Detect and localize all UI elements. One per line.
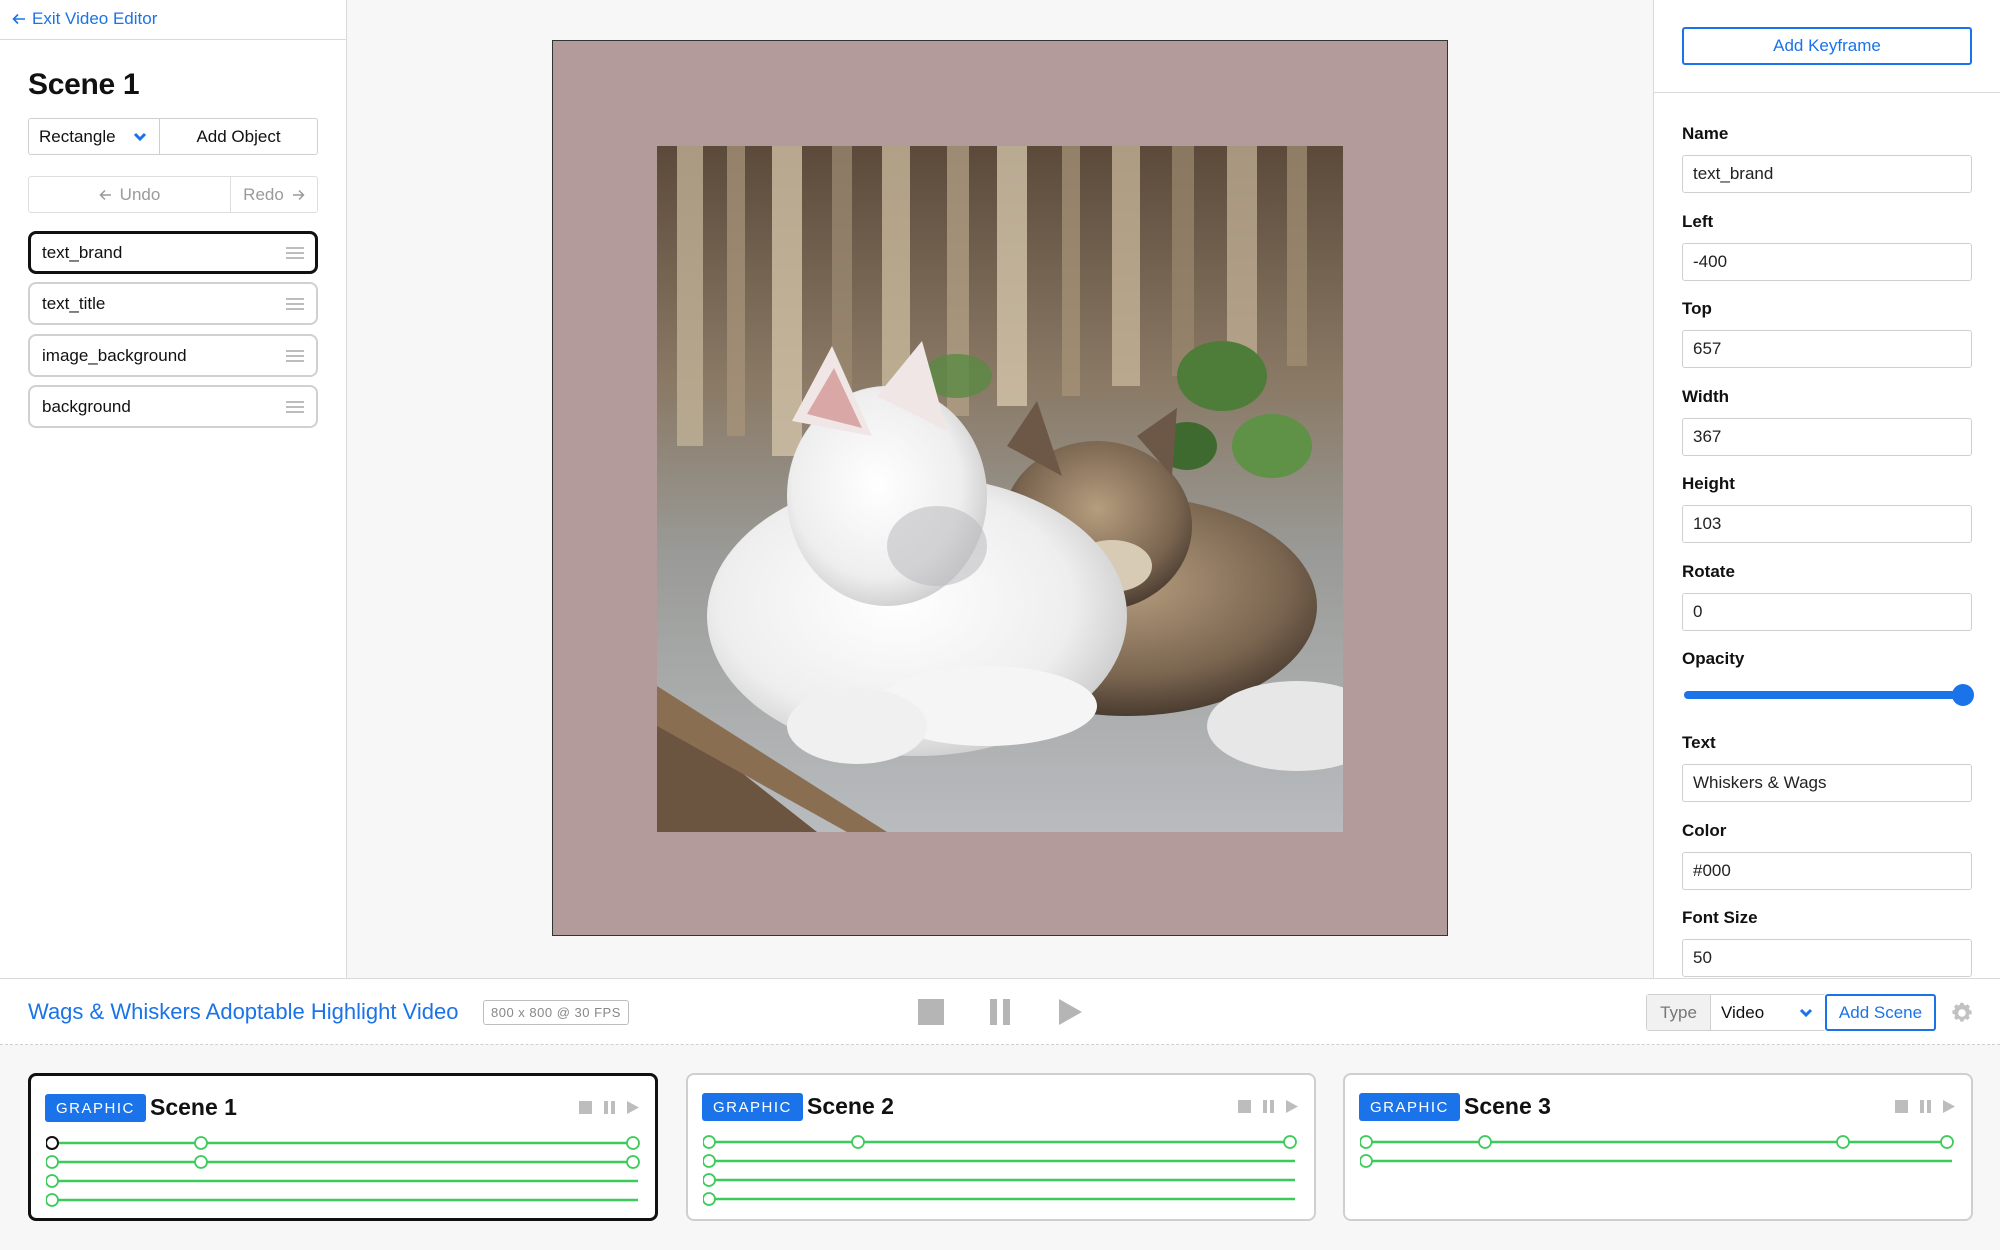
project-resolution-badge: 800 x 800 @ 30 FPS: [483, 1000, 629, 1025]
scene-title: Scene 1: [28, 68, 140, 101]
project-toolbar: Wags & Whiskers Adoptable Highlight Vide…: [0, 978, 2000, 1045]
redo-button[interactable]: Redo: [231, 177, 317, 212]
layer-label: image_background: [42, 345, 187, 365]
add-object-group: Rectangle Add Object: [28, 118, 318, 155]
keyframe-timeline[interactable]: [703, 1133, 1301, 1213]
play-icon[interactable]: [1286, 1100, 1298, 1113]
undo-button[interactable]: Undo: [29, 177, 231, 212]
type-label: Type: [1647, 995, 1711, 1030]
gear-icon[interactable]: [1950, 1001, 1974, 1025]
chevron-down-icon: [1799, 1008, 1813, 1017]
pause-icon[interactable]: [604, 1101, 615, 1114]
layer-item[interactable]: text_brand: [28, 231, 318, 274]
stop-icon[interactable]: [1238, 1100, 1251, 1113]
scene-type-value: Video: [1721, 1002, 1765, 1022]
redo-label: Redo: [243, 184, 284, 204]
name-field[interactable]: [1682, 155, 1972, 193]
add-object-button[interactable]: Add Object: [160, 119, 317, 154]
name-label: Name: [1682, 124, 1729, 143]
color-label: Color: [1682, 821, 1727, 840]
exit-video-editor-link[interactable]: Exit Video Editor: [12, 9, 157, 29]
scene-type-group: Type Video: [1646, 994, 1826, 1031]
layer-label: text_title: [42, 293, 106, 313]
rotate-label: Rotate: [1682, 562, 1735, 581]
history-group: Undo Redo: [28, 176, 318, 213]
scene-card-title: Scene 3: [1464, 1093, 1551, 1119]
arrow-left-icon: [12, 13, 25, 25]
cats-photo: [657, 146, 1343, 832]
scene-card-title: Scene 1: [150, 1094, 237, 1120]
keyframe-timeline[interactable]: [46, 1134, 644, 1214]
drag-handle-icon[interactable]: [286, 400, 304, 413]
exit-link-label: Exit Video Editor: [32, 9, 158, 28]
shape-type-value: Rectangle: [39, 126, 116, 146]
top-label: Top: [1682, 299, 1712, 318]
drag-handle-icon[interactable]: [286, 349, 304, 362]
layer-label: text_brand: [42, 242, 123, 262]
text-label: Text: [1682, 733, 1716, 752]
scene-card[interactable]: GRAPHIC Scene 3: [1343, 1073, 1973, 1221]
play-icon[interactable]: [1943, 1100, 1955, 1113]
layer-label: background: [42, 396, 131, 416]
drag-handle-icon[interactable]: [286, 297, 304, 310]
scene-type-badge: GRAPHIC: [1359, 1093, 1460, 1121]
opacity-slider-track[interactable]: [1684, 691, 1964, 699]
pause-icon[interactable]: [1263, 1100, 1274, 1113]
width-field[interactable]: [1682, 418, 1972, 456]
stop-icon[interactable]: [918, 999, 944, 1025]
project-title[interactable]: Wags & Whiskers Adoptable Highlight Vide…: [28, 999, 458, 1025]
opacity-slider-thumb[interactable]: [1952, 684, 1974, 706]
pause-icon[interactable]: [989, 999, 1011, 1025]
undo-label: Undo: [119, 184, 161, 204]
text-field[interactable]: [1682, 764, 1972, 802]
height-label: Height: [1682, 474, 1735, 493]
layers-panel: Exit Video Editor Scene 1 Rectangle Add …: [0, 0, 347, 978]
divider: [1654, 92, 2000, 93]
font-size-field[interactable]: [1682, 939, 1972, 977]
stop-icon[interactable]: [1895, 1100, 1908, 1113]
image-background[interactable]: [657, 146, 1343, 832]
layer-item[interactable]: background: [28, 385, 318, 428]
scene-type-select[interactable]: Video: [1711, 995, 1825, 1030]
scene-card-title: Scene 2: [807, 1093, 894, 1119]
video-canvas[interactable]: [552, 40, 1448, 936]
left-field[interactable]: [1682, 243, 1972, 281]
opacity-label: Opacity: [1682, 649, 1745, 668]
pause-icon[interactable]: [1920, 1100, 1931, 1113]
keyframe-timeline[interactable]: [1360, 1133, 1958, 1213]
divider: [0, 39, 347, 40]
scene-type-badge: GRAPHIC: [45, 1094, 146, 1122]
scene-playback-controls: [579, 1101, 639, 1114]
add-keyframe-button[interactable]: Add Keyframe: [1682, 27, 1972, 65]
play-icon[interactable]: [1058, 999, 1082, 1025]
layer-item[interactable]: text_title: [28, 282, 318, 325]
properties-panel: Add Keyframe Name Left Top Width Height …: [1653, 0, 2000, 978]
scene-playback-controls: [1238, 1100, 1298, 1113]
font-size-label: Font Size: [1682, 908, 1758, 927]
scene-type-badge: GRAPHIC: [702, 1093, 803, 1121]
scene-playback-controls: [1895, 1100, 1955, 1113]
arrow-right-icon: [292, 189, 305, 200]
top-field[interactable]: [1682, 330, 1972, 368]
stop-icon[interactable]: [579, 1101, 592, 1114]
chevron-down-icon: [133, 132, 147, 141]
shape-type-select[interactable]: Rectangle: [29, 119, 160, 154]
drag-handle-icon[interactable]: [286, 246, 304, 259]
rotate-field[interactable]: [1682, 593, 1972, 631]
add-scene-button[interactable]: Add Scene: [1825, 994, 1936, 1031]
left-label: Left: [1682, 212, 1714, 231]
scene-card[interactable]: GRAPHIC Scene 1: [28, 1073, 658, 1221]
scene-card[interactable]: GRAPHIC Scene 2: [686, 1073, 1316, 1221]
color-field[interactable]: [1682, 852, 1972, 890]
arrow-left-icon: [99, 189, 111, 200]
width-label: Width: [1682, 387, 1730, 406]
play-icon[interactable]: [627, 1101, 639, 1114]
layer-item[interactable]: image_background: [28, 334, 318, 377]
height-field[interactable]: [1682, 505, 1972, 543]
